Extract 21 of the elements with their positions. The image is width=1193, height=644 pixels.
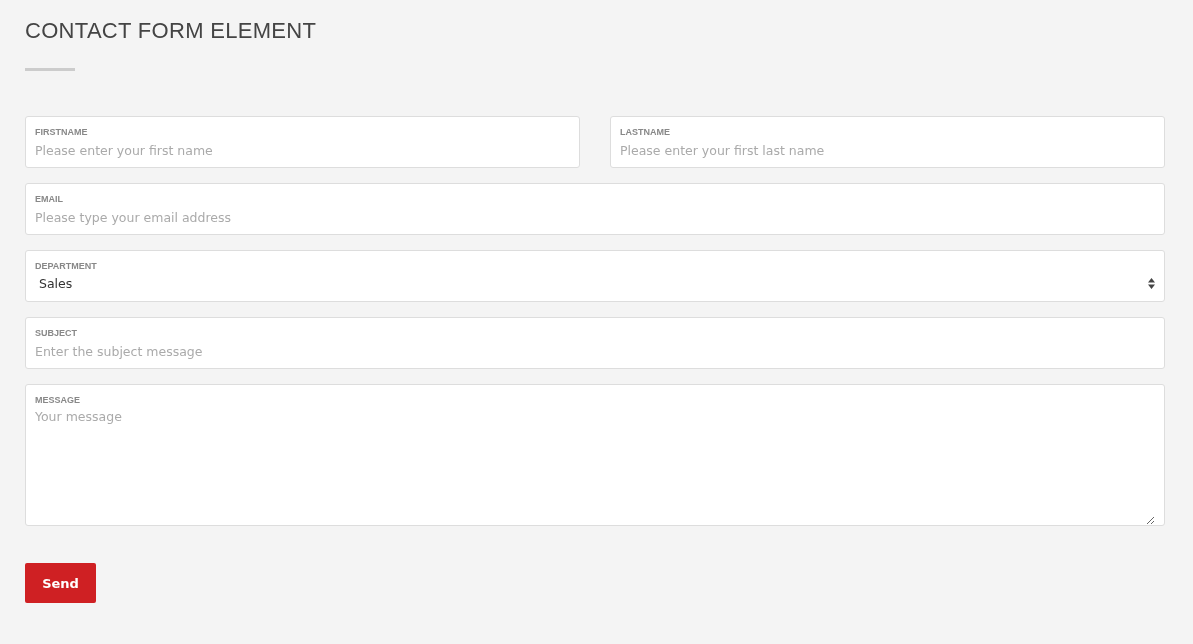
message-field[interactable]: Your message	[35, 409, 1155, 525]
field-label: DEPARTMENT	[35, 260, 98, 272]
field-label: MESSAGE	[35, 394, 81, 406]
field-label: EMAIL	[35, 193, 64, 205]
field-label: LASTNAME	[620, 126, 671, 138]
page-title: CONTACT FORM ELEMENT	[25, 17, 318, 45]
input-field[interactable]: Enter the subject message	[35, 344, 1155, 359]
message-box[interactable]: MESSAGE Your message	[25, 384, 1165, 526]
input-box[interactable]: LASTNAME Please enter your first last name	[610, 116, 1165, 168]
input-field[interactable]: Please type your email address	[35, 210, 1155, 225]
field-label: SUBJECT	[35, 327, 78, 339]
sort-arrows-icon	[1148, 278, 1155, 289]
field-label: FIRSTNAME	[35, 126, 89, 138]
input-field[interactable]: Please enter your first name	[35, 143, 570, 158]
send-button[interactable]: Send	[25, 563, 96, 603]
dropdown-box[interactable]: DEPARTMENT Sales	[25, 250, 1165, 302]
input-box[interactable]: EMAIL Please type your email address	[25, 183, 1165, 235]
dropdown-field[interactable]: Sales	[35, 276, 1148, 291]
input-box[interactable]: FIRSTNAME Please enter your first name	[25, 116, 580, 168]
input-field[interactable]: Please enter your first last name	[620, 143, 1155, 158]
input-box[interactable]: SUBJECT Enter the subject message	[25, 317, 1165, 369]
